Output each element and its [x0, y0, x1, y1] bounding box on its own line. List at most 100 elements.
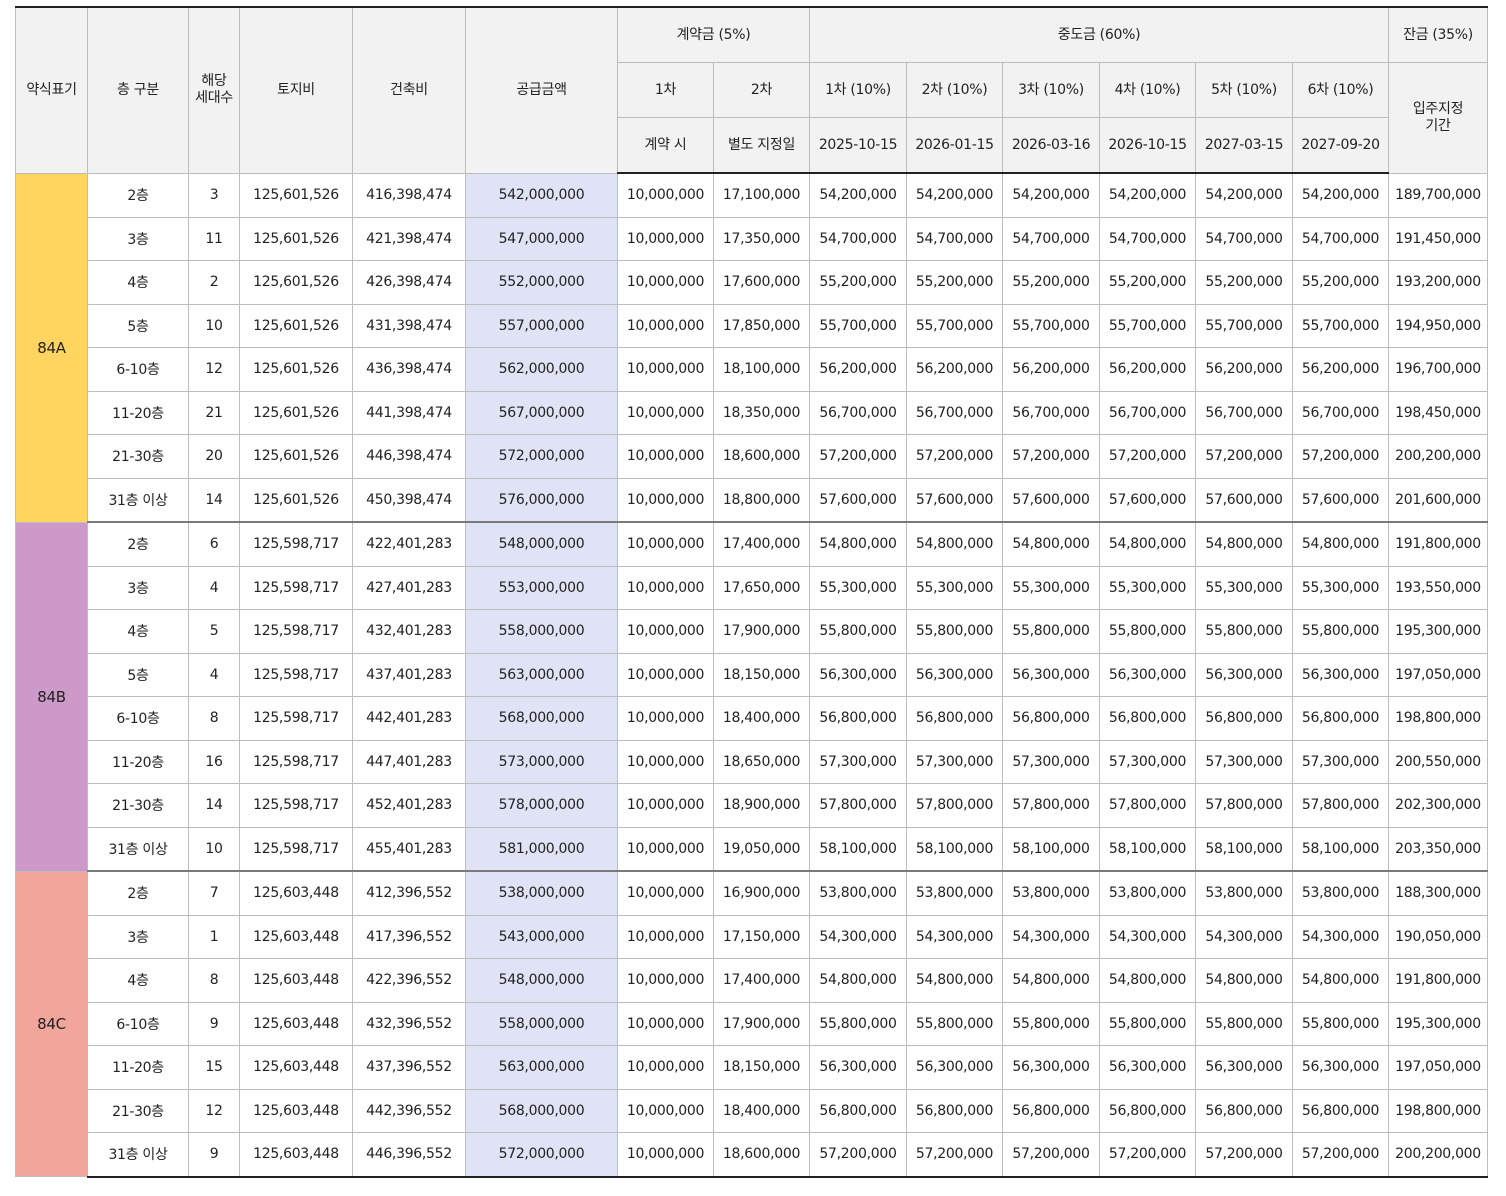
table-row: 4층 8 125,603,448 422,396,552 548,000,000 10,0… — [16, 958, 1489, 1003]
middle6-cell: 53,800,000 — [1292, 870, 1390, 916]
middle2-cell: 58,100,000 — [906, 826, 1004, 872]
middle5-cell: 57,800,000 — [1195, 783, 1294, 828]
type-group-84c: 84C 2층 7 125,603,448 412,396,552 538,000,000 1… — [15, 870, 1489, 1178]
supply-price-cell: 548,000,000 — [465, 958, 618, 1003]
deposit2-cell: 18,650,000 — [712, 739, 811, 784]
middle2-cell: 54,300,000 — [906, 914, 1004, 959]
middle2-cell: 54,800,000 — [906, 958, 1004, 1003]
units-cell: 4 — [188, 565, 240, 610]
units-cell: 20 — [188, 434, 240, 479]
middle5-cell: 57,300,000 — [1195, 739, 1294, 784]
units-cell: 15 — [188, 1045, 240, 1090]
deposit1-cell: 10,000,000 — [617, 303, 714, 348]
deposit1-cell: 10,000,000 — [617, 1088, 714, 1133]
middle6-cell: 57,200,000 — [1292, 434, 1390, 479]
table-row: 31층 이상 9 125,603,448 446,396,552 572,000,000… — [16, 1132, 1489, 1178]
land-cost-cell: 125,598,717 — [239, 609, 353, 654]
middle1-cell: 57,600,000 — [809, 477, 908, 523]
middle6-cell: 57,800,000 — [1292, 783, 1390, 828]
middle5-cell: 54,700,000 — [1195, 216, 1294, 261]
deposit1-cell: 10,000,000 — [617, 1132, 714, 1178]
deposit1-cell: 10,000,000 — [617, 1045, 714, 1090]
floor-cell: 4층 — [87, 609, 189, 654]
units-cell: 14 — [188, 477, 240, 523]
supply-price-cell: 543,000,000 — [465, 914, 618, 959]
building-cost-cell: 412,396,552 — [352, 870, 466, 916]
building-cost-cell: 427,401,283 — [352, 565, 466, 610]
middle3-cell: 54,300,000 — [1002, 914, 1101, 959]
middle6-cell: 54,300,000 — [1292, 914, 1390, 959]
balance-cell: 198,450,000 — [1388, 390, 1489, 435]
middle1-cell: 57,300,000 — [809, 739, 908, 784]
units-cell: 12 — [188, 1088, 240, 1133]
units-cell: 6 — [188, 521, 240, 567]
deposit2-cell: 17,350,000 — [712, 216, 811, 261]
middle2-cell: 56,300,000 — [906, 1045, 1004, 1090]
deposit1-cell: 10,000,000 — [617, 477, 714, 523]
middle5-cell: 55,800,000 — [1195, 1001, 1294, 1046]
header-mid1-date: 2025-10-15 — [809, 117, 908, 174]
deposit1-cell: 10,000,000 — [617, 521, 714, 567]
building-cost-cell: 431,398,474 — [352, 303, 466, 348]
middle6-cell: 56,800,000 — [1292, 696, 1390, 741]
balance-cell: 190,050,000 — [1388, 914, 1489, 959]
middle4-cell: 56,700,000 — [1099, 390, 1197, 435]
balance-cell: 197,050,000 — [1388, 652, 1489, 697]
middle6-cell: 56,300,000 — [1292, 1045, 1390, 1090]
land-cost-cell: 125,598,717 — [239, 826, 353, 872]
middle3-cell: 57,600,000 — [1002, 477, 1101, 523]
building-cost-cell: 446,398,474 — [352, 434, 466, 479]
deposit2-cell: 17,650,000 — [712, 565, 811, 610]
deposit1-cell: 10,000,000 — [617, 260, 714, 305]
middle3-cell: 57,300,000 — [1002, 739, 1101, 784]
units-cell: 1 — [188, 914, 240, 959]
middle2-cell: 57,300,000 — [906, 739, 1004, 784]
table-row: 3층 1 125,603,448 417,396,552 543,000,000 10,0… — [16, 914, 1489, 959]
middle2-cell: 54,800,000 — [906, 521, 1004, 567]
middle5-cell: 55,700,000 — [1195, 303, 1294, 348]
land-cost-cell: 125,601,526 — [239, 216, 353, 261]
land-cost-cell: 125,598,717 — [239, 652, 353, 697]
header-building: 건축비 — [352, 6, 466, 174]
header-floor: 층 구분 — [87, 6, 189, 174]
middle1-cell: 55,200,000 — [809, 260, 908, 305]
middle2-cell: 56,700,000 — [906, 390, 1004, 435]
building-cost-cell: 422,401,283 — [352, 521, 466, 567]
middle1-cell: 54,800,000 — [809, 958, 908, 1003]
deposit2-cell: 17,900,000 — [712, 609, 811, 654]
middle5-cell: 56,800,000 — [1195, 696, 1294, 741]
land-cost-cell: 125,603,448 — [239, 958, 353, 1003]
floor-cell: 4층 — [87, 260, 189, 305]
middle6-cell: 56,800,000 — [1292, 1088, 1390, 1133]
middle6-cell: 57,600,000 — [1292, 477, 1390, 523]
middle4-cell: 57,600,000 — [1099, 477, 1197, 523]
units-cell: 10 — [188, 303, 240, 348]
middle6-cell: 57,300,000 — [1292, 739, 1390, 784]
middle1-cell: 56,200,000 — [809, 347, 908, 392]
middle4-cell: 58,100,000 — [1099, 826, 1197, 872]
table-row: 31층 이상 10 125,598,717 455,401,283 581,000,00… — [16, 826, 1489, 872]
deposit1-cell: 10,000,000 — [617, 434, 714, 479]
building-cost-cell: 450,398,474 — [352, 477, 466, 523]
header-mid3: 3차 (10%) — [1002, 62, 1101, 118]
middle6-cell: 55,300,000 — [1292, 565, 1390, 610]
middle1-cell: 54,300,000 — [809, 914, 908, 959]
balance-cell: 200,200,000 — [1388, 434, 1489, 479]
units-cell: 9 — [188, 1132, 240, 1178]
floor-cell: 2층 — [87, 870, 189, 916]
header-mid3-date: 2026-03-16 — [1002, 117, 1101, 174]
middle4-cell: 54,700,000 — [1099, 216, 1197, 261]
table-header: 약식표기 층 구분 해당 세대수 토지비 건축비 공급금액 계약금 (5%) 중… — [15, 6, 1489, 174]
middle3-cell: 56,700,000 — [1002, 390, 1101, 435]
middle4-cell: 57,200,000 — [1099, 1132, 1197, 1178]
land-cost-cell: 125,598,717 — [239, 521, 353, 567]
middle5-cell: 55,300,000 — [1195, 565, 1294, 610]
middle5-cell: 54,300,000 — [1195, 914, 1294, 959]
header-mid4-date: 2026-10-15 — [1099, 117, 1197, 174]
balance-cell: 194,950,000 — [1388, 303, 1489, 348]
supply-price-cell: 538,000,000 — [465, 870, 618, 916]
middle1-cell: 54,700,000 — [809, 216, 908, 261]
middle1-cell: 54,800,000 — [809, 521, 908, 567]
table-row: 6-10층 9 125,603,448 432,396,552 558,000,000 1… — [16, 1001, 1489, 1046]
land-cost-cell: 125,603,448 — [239, 870, 353, 916]
